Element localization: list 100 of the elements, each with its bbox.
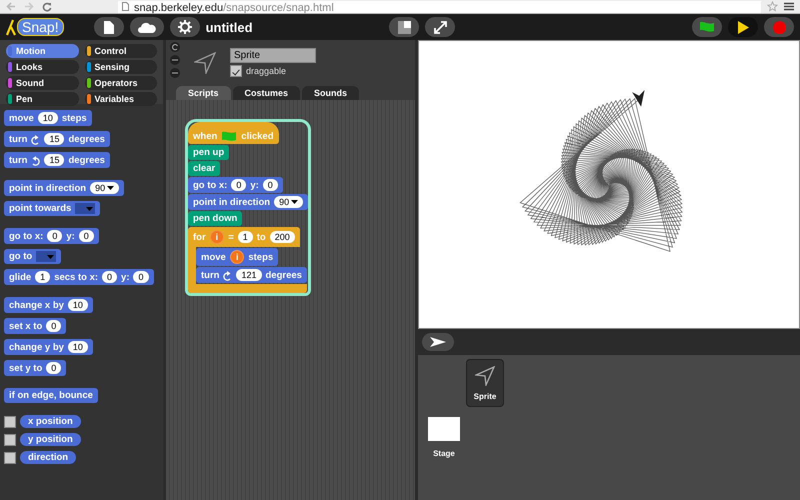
stop-button[interactable] xyxy=(764,17,794,37)
cloud-button[interactable] xyxy=(130,17,164,37)
command-block[interactable]: glide 1 secs to x: 0 y: 0 xyxy=(4,269,154,285)
reporter-block[interactable]: direction xyxy=(20,451,76,464)
star-icon[interactable] xyxy=(767,1,778,12)
number-slot[interactable]: 121 xyxy=(236,269,262,281)
number-slot[interactable]: 1 xyxy=(238,231,253,243)
new-sprite-button[interactable] xyxy=(422,333,454,351)
command-block[interactable]: go to x: 0 y: 0 xyxy=(188,177,283,193)
number-slot[interactable]: 0 xyxy=(133,271,148,283)
counterclockwise-arrow-icon xyxy=(31,154,40,166)
block-label: go to x: xyxy=(9,230,44,242)
block-label: degrees xyxy=(68,154,105,166)
number-slot[interactable]: 0 xyxy=(46,362,62,374)
command-block[interactable]: move i steps xyxy=(196,248,278,266)
command-block[interactable]: go to xyxy=(4,249,62,264)
block-label: pen up xyxy=(193,147,224,158)
block-label: set x to xyxy=(9,320,42,332)
dropdown-slot[interactable] xyxy=(75,203,96,214)
number-slot[interactable]: 0 xyxy=(47,230,62,242)
tab[interactable]: Sounds xyxy=(302,86,360,100)
number-slot[interactable]: 200 xyxy=(270,231,295,243)
sprite-name-field[interactable]: Sprite xyxy=(230,48,316,63)
lambda-icon xyxy=(6,18,16,36)
number-slot[interactable]: 0 xyxy=(231,179,246,191)
sprite-icon[interactable] xyxy=(632,90,645,107)
arrow-icon xyxy=(430,337,446,347)
block-label: to xyxy=(256,232,266,242)
number-slot[interactable]: 1 xyxy=(35,271,50,283)
stop-circle-icon xyxy=(772,20,786,34)
reporter-block[interactable]: x position xyxy=(20,415,81,428)
command-block[interactable]: set y to 0 xyxy=(4,360,66,376)
reload-icon[interactable] xyxy=(42,2,52,12)
category-button[interactable]: Control xyxy=(84,44,157,58)
category-button[interactable]: Looks xyxy=(6,60,78,74)
draggable-label: draggable xyxy=(246,66,286,76)
block-label: y: xyxy=(250,180,259,190)
address-field[interactable]: snap.berkeley.edu/snapsource/snap.html xyxy=(118,0,761,12)
command-block[interactable]: turn 15 degrees xyxy=(4,131,110,147)
logo-text[interactable]: Snap! xyxy=(17,18,64,36)
category-label: Sound xyxy=(16,78,44,88)
command-block[interactable]: change x by 10 xyxy=(4,297,93,313)
block-label: x position xyxy=(28,416,73,427)
dropdown-slot[interactable]: 90 xyxy=(90,182,120,194)
number-slot[interactable]: 0 xyxy=(78,230,94,242)
watcher-checkbox[interactable] xyxy=(4,416,16,428)
block-label: if on edge, bounce xyxy=(9,390,93,401)
tab[interactable]: Costumes xyxy=(232,86,300,100)
number-slot[interactable]: 10 xyxy=(68,299,88,311)
command-block[interactable]: point towards xyxy=(4,201,100,216)
number-slot[interactable]: 0 xyxy=(46,320,62,332)
number-slot[interactable]: 10 xyxy=(68,341,88,353)
pause-button[interactable] xyxy=(728,17,758,37)
settings-button[interactable] xyxy=(170,17,200,37)
number-slot[interactable]: 10 xyxy=(38,112,58,124)
category-label: Sensing xyxy=(94,62,130,72)
new-project-button[interactable] xyxy=(94,17,124,37)
number-slot[interactable]: 0 xyxy=(102,271,118,283)
category-button[interactable]: Variables xyxy=(84,92,157,106)
number-slot[interactable]: 15 xyxy=(44,133,64,145)
rotate-icon[interactable] xyxy=(170,42,180,52)
number-slot[interactable]: 15 xyxy=(44,154,64,166)
dropdown-slot[interactable] xyxy=(36,251,56,262)
command-block[interactable]: point in direction 90 xyxy=(188,194,308,210)
block-label: glide xyxy=(9,272,32,282)
block-label: move xyxy=(201,252,226,262)
dropdown-slot[interactable]: 90 xyxy=(274,196,304,208)
run-button[interactable] xyxy=(692,17,722,37)
number-slot[interactable]: 0 xyxy=(262,179,278,191)
category-label: Motion xyxy=(16,46,46,56)
command-block[interactable]: turn 121 degrees xyxy=(196,267,307,283)
loop-header[interactable]: for i = 1 to 200 xyxy=(188,227,300,247)
category-button[interactable]: Operators xyxy=(84,76,157,90)
sprite-thumbnail[interactable]: Sprite xyxy=(466,359,504,407)
category-button[interactable]: Sensing xyxy=(84,60,157,74)
watcher-checkbox[interactable] xyxy=(4,434,16,446)
draggable-checkbox[interactable] xyxy=(230,65,242,77)
block-label: move xyxy=(9,112,34,124)
command-block[interactable]: if on edge, bounce xyxy=(4,388,98,403)
tab[interactable]: Scripts xyxy=(176,86,231,100)
category-button[interactable]: Sound xyxy=(6,76,78,90)
fullscreen-button[interactable] xyxy=(425,17,455,37)
watcher-checkbox[interactable] xyxy=(4,452,16,464)
block-label: change x by xyxy=(9,300,64,310)
command-block[interactable]: set x to 0 xyxy=(4,318,66,334)
command-block[interactable]: turn 15 degrees xyxy=(4,152,110,168)
command-block[interactable]: change y by 10 xyxy=(4,339,93,355)
stage-thumbnail[interactable] xyxy=(428,417,460,441)
command-block[interactable]: point in direction 90 xyxy=(4,180,124,196)
category-button[interactable]: Motion xyxy=(6,44,78,58)
category-button[interactable]: Pen xyxy=(6,92,78,106)
block-label: = xyxy=(228,232,234,242)
menu-icon[interactable] xyxy=(784,2,794,11)
url-text: snap.berkeley.edu/snapsource/snap.html xyxy=(134,2,334,14)
reporter-block[interactable]: y position xyxy=(20,433,81,446)
caret-icon xyxy=(291,200,298,204)
stage-size-button[interactable] xyxy=(389,17,419,37)
command-block[interactable]: move 10 steps xyxy=(4,110,92,126)
block-label: point in direction xyxy=(193,196,270,208)
command-block[interactable]: go to x: 0 y: 0 xyxy=(4,228,99,244)
